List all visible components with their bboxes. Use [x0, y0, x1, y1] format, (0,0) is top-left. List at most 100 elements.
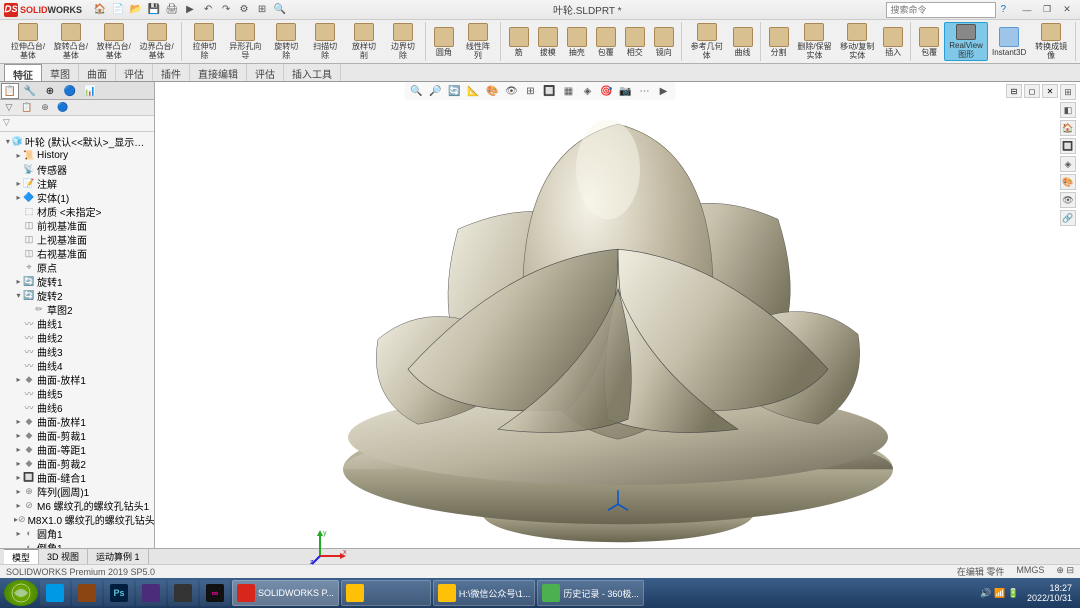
- panel-tab-3[interactable]: 🔵: [61, 83, 79, 99]
- ribbon-tab[interactable]: 草图: [42, 64, 79, 81]
- tree-item[interactable]: ▸◆曲面-放样1: [2, 414, 152, 428]
- ribbon-btn[interactable]: 拔模: [534, 22, 562, 61]
- right-tool-7[interactable]: 🔗: [1060, 210, 1076, 226]
- ribbon-btn[interactable]: 参考几何体: [686, 22, 728, 61]
- taskbar-pin[interactable]: [168, 580, 198, 606]
- view-tool-3[interactable]: 📐: [466, 83, 482, 99]
- view-tool-7[interactable]: 🔲: [542, 83, 558, 99]
- tree-item[interactable]: ▸⊕阵列(圆周)1: [2, 484, 152, 498]
- tree-item[interactable]: 〰曲线4: [2, 358, 152, 372]
- tree-item[interactable]: ▸◆曲面-等距1: [2, 442, 152, 456]
- panel-tab-4[interactable]: 📊: [81, 83, 99, 99]
- ribbon-btn[interactable]: 分割: [765, 22, 793, 61]
- ribbon-btn[interactable]: 放样切削: [345, 22, 383, 61]
- tree-item[interactable]: ▸◆曲面-剪裁2: [2, 456, 152, 470]
- tree-item[interactable]: ▸🔲曲面-缝合1: [2, 470, 152, 484]
- view-tool-10[interactable]: 🎯: [599, 83, 615, 99]
- ribbon-btn[interactable]: 线性阵列: [459, 22, 497, 61]
- doc-win-btn-1[interactable]: ◻: [1024, 84, 1040, 98]
- qat-btn-5[interactable]: ▶: [182, 2, 198, 18]
- doc-win-btn-2[interactable]: ✕: [1042, 84, 1058, 98]
- qat-btn-1[interactable]: 📄: [110, 2, 126, 18]
- expand-icon[interactable]: ▸: [14, 375, 23, 384]
- ribbon-btn[interactable]: 包覆: [915, 22, 943, 61]
- view-tool-5[interactable]: 👁: [504, 83, 520, 99]
- ribbon-tab[interactable]: 直接编辑: [190, 64, 247, 81]
- view-tool-6[interactable]: ⊞: [523, 83, 539, 99]
- panel-sub-0[interactable]: ▽: [0, 100, 18, 115]
- right-tool-4[interactable]: ◈: [1060, 156, 1076, 172]
- taskbar-app[interactable]: H:\微信公众号\1...: [433, 580, 536, 606]
- qat-btn-0[interactable]: 🏠: [92, 2, 108, 18]
- expand-icon[interactable]: ▸: [14, 431, 23, 440]
- expand-icon[interactable]: ▸: [14, 445, 23, 454]
- tree-root[interactable]: ▾🧊 叶轮 (默认<<默认>_显示状态 1>): [2, 134, 152, 148]
- tree-item[interactable]: ⬚材质 <未指定>: [2, 204, 152, 218]
- qat-btn-10[interactable]: 🔍: [272, 2, 288, 18]
- expand-icon[interactable]: ▸: [14, 179, 23, 188]
- ribbon-btn[interactable]: 筋: [505, 22, 533, 61]
- doc-win-btn-0[interactable]: ⊟: [1006, 84, 1022, 98]
- qat-btn-7[interactable]: ↷: [218, 2, 234, 18]
- expand-icon[interactable]: ▸: [14, 151, 23, 160]
- tree-item[interactable]: 〰曲线3: [2, 344, 152, 358]
- ribbon-btn[interactable]: Instant3D: [989, 22, 1029, 61]
- ribbon-btn[interactable]: 异形孔向导: [224, 22, 266, 61]
- tree-item[interactable]: ▸📝注解: [2, 176, 152, 190]
- tree-item[interactable]: 📡传感器: [2, 162, 152, 176]
- view-tool-12[interactable]: ⋯: [637, 83, 653, 99]
- expand-icon[interactable]: ▸: [14, 501, 23, 510]
- taskbar-clock[interactable]: 18:272022/10/31: [1023, 583, 1076, 603]
- tree-item[interactable]: ◫上视基准面: [2, 232, 152, 246]
- taskbar-app[interactable]: [341, 580, 431, 606]
- tree-item[interactable]: ✏草图2: [2, 302, 152, 316]
- view-tool-2[interactable]: 🔄: [447, 83, 463, 99]
- help-icon[interactable]: ?: [1000, 4, 1006, 15]
- view-tool-8[interactable]: ▦: [561, 83, 577, 99]
- ribbon-btn[interactable]: 放样凸台/基体: [93, 22, 135, 61]
- graphics-viewport[interactable]: ⊟◻✕ ⊞◧🏠🔲◈🎨👁🔗: [155, 82, 1080, 578]
- ribbon-tab[interactable]: 插入工具: [284, 64, 341, 81]
- taskbar-app[interactable]: 历史记录 - 360极...: [537, 580, 644, 606]
- qat-btn-6[interactable]: ↶: [200, 2, 216, 18]
- tree-item[interactable]: 〰曲线5: [2, 386, 152, 400]
- start-button[interactable]: [4, 580, 38, 606]
- ribbon-tab[interactable]: 评估: [247, 64, 284, 81]
- right-tool-5[interactable]: 🎨: [1060, 174, 1076, 190]
- ribbon-btn[interactable]: 抽壳: [563, 22, 591, 61]
- view-tool-0[interactable]: 🔍: [409, 83, 425, 99]
- view-tool-11[interactable]: 📷: [618, 83, 634, 99]
- ribbon-btn[interactable]: 边界凸台/基体: [136, 22, 178, 61]
- qat-btn-8[interactable]: ⚙: [236, 2, 252, 18]
- taskbar-pin[interactable]: [72, 580, 102, 606]
- doc-tab[interactable]: 运动算例 1: [88, 549, 149, 564]
- ribbon-tab[interactable]: 特征: [4, 64, 42, 81]
- panel-sub-2[interactable]: ⊕: [36, 100, 54, 115]
- doc-tab[interactable]: 模型: [4, 549, 39, 564]
- panel-sub-1[interactable]: 📋: [18, 100, 36, 115]
- expand-icon[interactable]: ▸: [14, 193, 23, 202]
- ribbon-btn[interactable]: 转换成镜像: [1030, 22, 1072, 61]
- right-tool-3[interactable]: 🔲: [1060, 138, 1076, 154]
- tree-item[interactable]: ▸◆曲面-放样1: [2, 372, 152, 386]
- ribbon-btn[interactable]: 旋转切除: [267, 22, 305, 61]
- ribbon-btn[interactable]: RealView图形: [944, 22, 988, 61]
- tree-item[interactable]: 〰曲线2: [2, 330, 152, 344]
- ribbon-btn[interactable]: 镜向: [650, 22, 678, 61]
- expand-icon[interactable]: ▾: [14, 291, 23, 300]
- ribbon-btn[interactable]: 相交: [621, 22, 649, 61]
- command-search-input[interactable]: [886, 2, 996, 18]
- taskbar-pin[interactable]: Ps: [104, 580, 134, 606]
- view-tool-4[interactable]: 🎨: [485, 83, 501, 99]
- panel-sub-3[interactable]: 🔵: [54, 100, 72, 115]
- right-tool-2[interactable]: 🏠: [1060, 120, 1076, 136]
- right-tool-0[interactable]: ⊞: [1060, 84, 1076, 100]
- expand-icon[interactable]: ▸: [14, 417, 23, 426]
- ribbon-btn[interactable]: 曲线: [729, 22, 757, 61]
- ribbon-tab[interactable]: 曲面: [79, 64, 116, 81]
- ribbon-tab[interactable]: 评估: [116, 64, 153, 81]
- qat-btn-3[interactable]: 💾: [146, 2, 162, 18]
- tree-item[interactable]: ▸📜History: [2, 148, 152, 162]
- doc-tab[interactable]: 3D 视图: [39, 549, 88, 564]
- qat-btn-9[interactable]: ⊞: [254, 2, 270, 18]
